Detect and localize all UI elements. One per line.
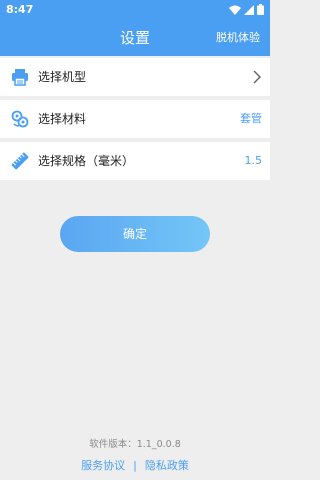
ruler-icon	[11, 152, 29, 170]
software-version: 软件版本：1.1_0.0.8	[89, 439, 181, 450]
offline-experience-button[interactable]: 脱机体验	[216, 30, 260, 46]
select-material-row[interactable]: 选择材料 套管	[0, 100, 270, 138]
spec-value: 1.5	[244, 154, 263, 167]
footer-separator: |	[133, 459, 137, 472]
service-agreement-link[interactable]: 服务协议	[81, 459, 125, 472]
tube-roll-icon	[11, 110, 29, 128]
status-bar: 8:47	[0, 0, 270, 20]
status-time: 8:47	[6, 3, 34, 16]
select-material-label: 选择材料	[38, 112, 87, 126]
title-bar: 设置 脱机体验	[0, 20, 270, 56]
material-value: 套管	[240, 112, 262, 125]
signal-icon	[244, 4, 254, 15]
select-model-row[interactable]: 选择机型	[0, 58, 270, 96]
select-model-label: 选择机型	[38, 70, 87, 84]
battery-icon	[257, 4, 264, 15]
printer-icon	[12, 69, 28, 86]
privacy-policy-link[interactable]: 隐私政策	[145, 459, 189, 472]
footer-links: 服务协议 | 隐私政策	[0, 457, 270, 473]
select-spec-label: 选择规格（毫米）	[38, 154, 135, 168]
confirm-button[interactable]: 确定	[60, 216, 210, 252]
wifi-icon	[229, 5, 241, 15]
chevron-right-icon	[253, 70, 261, 84]
app-header: 8:47 设置 脱机体验	[0, 0, 270, 56]
select-spec-row[interactable]: 选择规格（毫米） 1.5	[0, 142, 270, 180]
status-icons	[229, 4, 264, 15]
settings-list: 选择机型 选择材料 套管 选择规格（毫米） 1.5	[0, 58, 270, 184]
